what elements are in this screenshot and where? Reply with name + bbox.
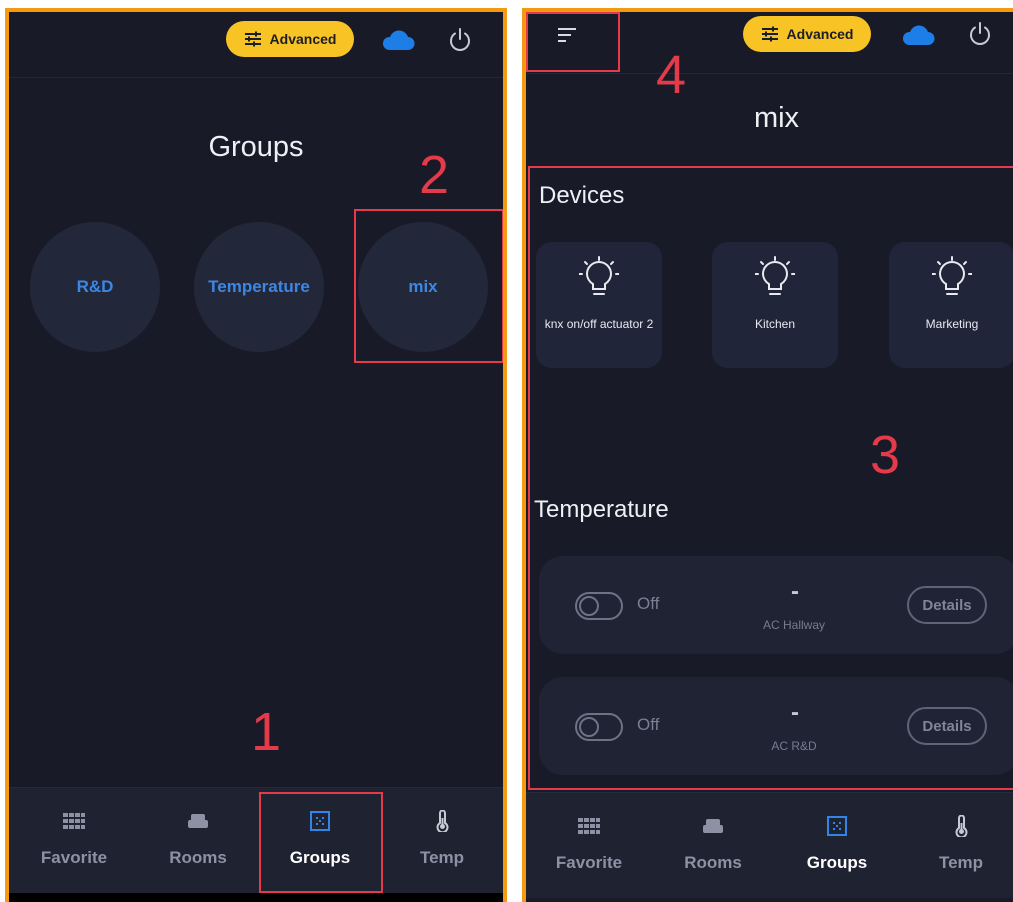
nav-label: Rooms — [169, 848, 227, 867]
group-temperature[interactable]: Temperature — [194, 222, 324, 352]
cloud-icon[interactable] — [381, 29, 415, 51]
annotation-box-1 — [259, 792, 383, 893]
system-bar — [9, 893, 503, 902]
sofa-icon — [188, 814, 208, 828]
nav-temp[interactable]: Temp — [900, 793, 1013, 898]
nav-rooms[interactable]: Rooms — [137, 788, 259, 893]
group-rd[interactable]: R&D — [30, 222, 160, 352]
top-bar: Advanced — [9, 12, 503, 78]
advanced-label: Advanced — [269, 31, 337, 47]
nav-favorite[interactable]: Favorite — [528, 793, 650, 898]
annotation-number-1: 1 — [251, 702, 282, 762]
nav-label: Rooms — [684, 853, 742, 872]
annotation-box-2 — [354, 209, 503, 363]
advanced-label: Advanced — [786, 26, 854, 42]
sliders-icon — [244, 31, 261, 47]
nav-label: Temp — [419, 848, 465, 867]
annotation-box-3 — [528, 166, 1013, 790]
nav-rooms[interactable]: Rooms — [652, 793, 774, 898]
advanced-button[interactable]: Advanced — [226, 21, 354, 57]
nav-label: Temp — [938, 853, 984, 872]
bottom-nav: Favorite Rooms Groups Temp — [9, 787, 503, 893]
groups-icon — [827, 816, 847, 836]
nav-temp[interactable]: Temp — [381, 788, 503, 893]
annotation-number-3: 3 — [870, 425, 901, 485]
annotation-number-4: 4 — [656, 45, 687, 105]
nav-label: Groups — [806, 853, 868, 872]
annotation-box-4 — [526, 12, 620, 72]
sliders-icon — [761, 26, 778, 42]
thermometer-icon — [436, 810, 449, 832]
sofa-icon — [703, 819, 723, 833]
thermometer-icon — [955, 815, 968, 837]
cloud-icon[interactable] — [901, 24, 935, 46]
nav-label: Favorite — [40, 848, 108, 867]
left-screen: Advanced Groups R&D Temperature mix Favo… — [5, 8, 507, 902]
right-screen: Advanced mix Devices knx on/off actuator… — [522, 8, 1013, 902]
advanced-button[interactable]: Advanced — [743, 16, 871, 52]
annotation-number-2: 2 — [419, 145, 450, 205]
grid-icon — [578, 818, 600, 834]
bottom-nav: Favorite Rooms Groups Temp — [526, 792, 1013, 898]
page-title: mix — [753, 102, 800, 134]
grid-icon — [63, 813, 85, 829]
power-icon[interactable] — [447, 27, 473, 53]
power-icon[interactable] — [967, 21, 993, 47]
nav-favorite[interactable]: Favorite — [13, 788, 135, 893]
nav-label: Favorite — [555, 853, 623, 872]
nav-groups[interactable]: Groups — [776, 793, 898, 898]
